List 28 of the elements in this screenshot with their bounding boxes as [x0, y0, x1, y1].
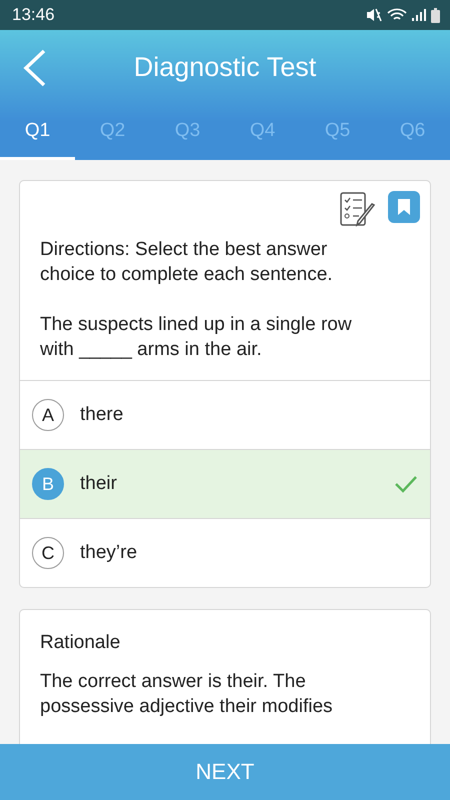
bookmark-icon [397, 198, 411, 216]
mute-icon [366, 8, 382, 22]
question-tab[interactable]: Q1 [0, 105, 75, 160]
option-text: their [80, 473, 118, 495]
question-tab[interactable]: Q3 [150, 105, 225, 160]
option-text: they’re [80, 542, 138, 564]
answer-option[interactable]: C they’re [20, 518, 430, 587]
checklist-icon[interactable] [338, 191, 378, 229]
bookmark-button[interactable] [388, 191, 420, 223]
option-text: there [80, 404, 124, 426]
next-button[interactable]: NEXT [0, 744, 450, 800]
rationale-text: The correct answer is their. The possessive adjective their modifies [40, 670, 334, 719]
option-letter: B [32, 468, 64, 500]
wifi-icon [387, 8, 407, 22]
clock: 13:46 [12, 5, 55, 25]
rationale-title: Rationale [40, 631, 122, 655]
question-tab[interactable]: Q6 [375, 105, 450, 160]
question-tab[interactable]: Q4 [225, 105, 300, 160]
question-tab[interactable]: Q5 [300, 105, 375, 160]
battery-icon [431, 8, 440, 22]
signal-icon [412, 8, 426, 22]
question-tab[interactable]: Q2 [75, 105, 150, 160]
screen-title: Diagnostic Test [134, 52, 316, 82]
question-text: The suspects lined up in a single row with _____ arms in the air. [40, 313, 353, 362]
option-letter: C [32, 537, 64, 569]
option-letter: A [32, 399, 64, 431]
answer-option[interactable]: B their [20, 449, 430, 518]
directions-text: Directions: Select the best answer choice to complete each sentence. [40, 238, 334, 287]
